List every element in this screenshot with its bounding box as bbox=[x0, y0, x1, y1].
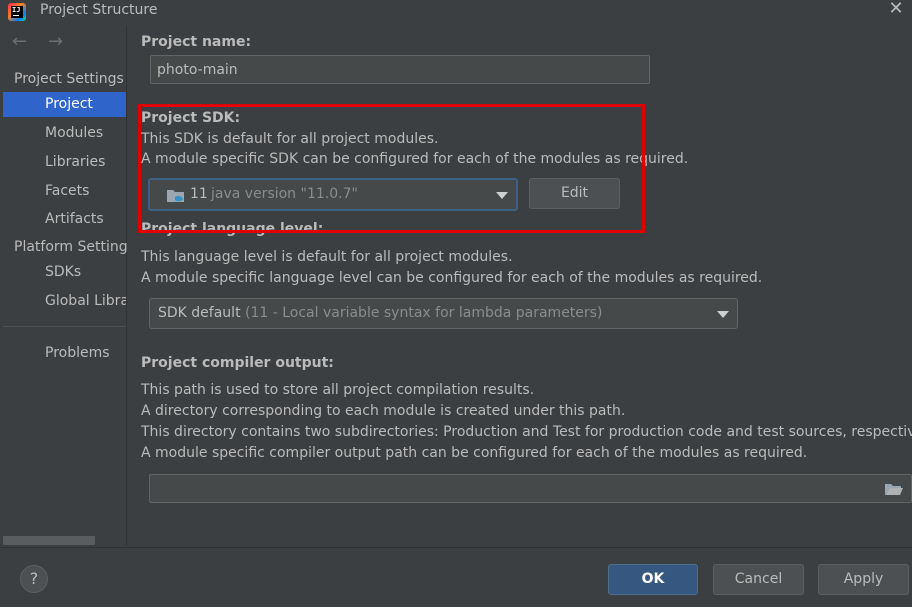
language-level-label: Project language level: bbox=[141, 221, 324, 237]
sidebar-horizontal-scrollbar[interactable] bbox=[3, 536, 95, 545]
sidebar-item-global-libraries[interactable]: Global Libra bbox=[0, 289, 126, 314]
browse-folder-icon[interactable] bbox=[884, 482, 904, 496]
ok-button[interactable]: OK bbox=[608, 564, 698, 595]
sidebar-item-libraries[interactable]: Libraries bbox=[0, 150, 126, 175]
sdk-version: 11 bbox=[190, 186, 208, 202]
intellij-app-icon: IJ bbox=[8, 3, 26, 21]
language-level-value: SDK default bbox=[158, 305, 241, 321]
language-level-desc-1: This language level is default for all p… bbox=[141, 249, 513, 265]
language-level-detail: (11 - Local variable syntax for lambda p… bbox=[245, 305, 603, 321]
nav-arrows: ← → bbox=[12, 32, 84, 52]
sidebar-divider bbox=[3, 326, 126, 327]
compiler-output-desc-2: A directory corresponding to each module… bbox=[141, 403, 626, 419]
forward-arrow-icon[interactable]: → bbox=[48, 32, 70, 52]
sidebar-item-sdks[interactable]: SDKs bbox=[0, 260, 126, 285]
compiler-output-label: Project compiler output: bbox=[141, 355, 334, 371]
back-arrow-icon[interactable]: ← bbox=[12, 32, 34, 52]
app-icon-text: IJ bbox=[11, 6, 23, 18]
compiler-output-desc-3: This directory contains two subdirectori… bbox=[141, 424, 912, 440]
project-sdk-desc-2: A module specific SDK can be configured … bbox=[141, 151, 689, 167]
compiler-output-desc-1: This path is used to store all project c… bbox=[141, 382, 535, 398]
window-title: Project Structure bbox=[40, 2, 158, 18]
compiler-output-path-input[interactable] bbox=[149, 474, 912, 503]
sdk-version-detail: java version "11.0.7" bbox=[211, 186, 358, 202]
project-name-label: Project name: bbox=[141, 34, 252, 50]
project-name-input[interactable] bbox=[150, 55, 650, 84]
sidebar-item-artifacts[interactable]: Artifacts bbox=[0, 207, 126, 232]
project-sdk-dropdown[interactable]: 11 java version "11.0.7" bbox=[148, 178, 518, 211]
sidebar-item-facets[interactable]: Facets bbox=[0, 179, 126, 204]
chevron-down-icon bbox=[717, 310, 729, 318]
sdk-folder-icon bbox=[167, 190, 184, 202]
sidebar-item-problems[interactable]: Problems bbox=[0, 341, 126, 366]
sidebar-item-project[interactable]: Project bbox=[3, 92, 126, 117]
help-button[interactable]: ? bbox=[20, 565, 48, 593]
project-sdk-label: Project SDK: bbox=[141, 110, 241, 126]
compiler-output-desc-4: A module specific compiler output path c… bbox=[141, 445, 808, 461]
project-settings-panel: Project name: Project SDK: This SDK is d… bbox=[128, 26, 912, 546]
platform-settings-header: Platform Setting bbox=[14, 239, 128, 255]
close-icon[interactable]: ✕ bbox=[888, 0, 904, 18]
dialog-footer: ? OK Cancel Apply bbox=[0, 547, 912, 607]
language-level-desc-2: A module specific language level can be … bbox=[141, 270, 763, 286]
sidebar: ← → Project Settings Project Modules Libr… bbox=[0, 26, 128, 546]
project-sdk-desc-1: This SDK is default for all project modu… bbox=[141, 131, 439, 147]
apply-button[interactable]: Apply bbox=[818, 564, 909, 595]
language-level-dropdown[interactable]: SDK default (11 - Local variable syntax … bbox=[149, 298, 738, 329]
title-bar: IJ Project Structure ✕ bbox=[0, 0, 912, 26]
cancel-button[interactable]: Cancel bbox=[713, 564, 804, 595]
project-settings-header: Project Settings bbox=[14, 71, 124, 87]
edit-sdk-button[interactable]: Edit bbox=[529, 178, 620, 209]
sidebar-item-modules[interactable]: Modules bbox=[0, 121, 126, 146]
chevron-down-icon bbox=[496, 191, 508, 199]
